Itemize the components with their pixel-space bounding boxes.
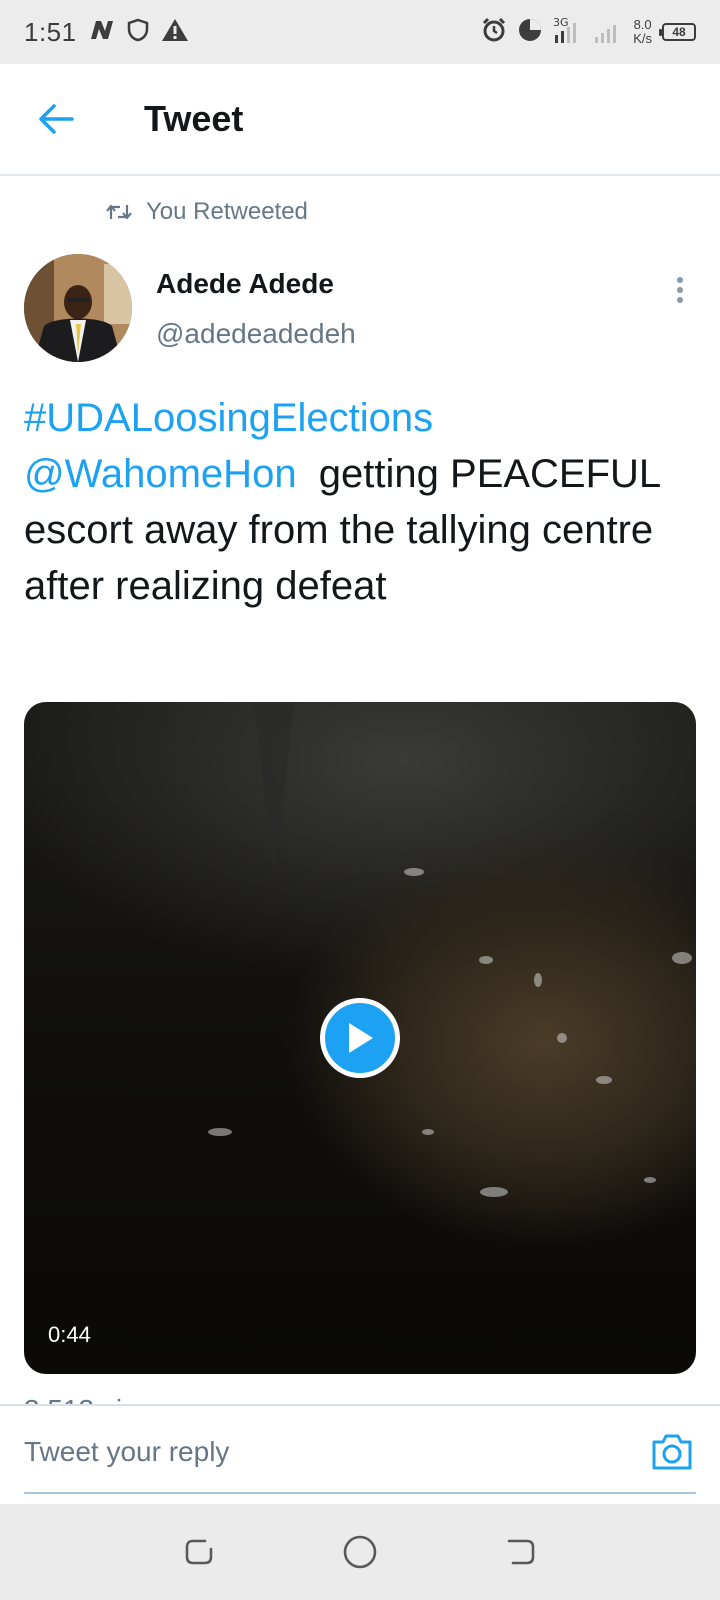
status-bar: 1:51 3G 8.0 K/s 48 [0,0,720,64]
tweet-stats-text: 3,513 views [24,1396,696,1405]
network-speed: 8.0 K/s [633,18,652,46]
play-icon [349,1023,373,1053]
back-nav-icon [507,1539,535,1565]
header: Tweet [0,64,720,176]
status-right: 3G 8.0 K/s 48 [481,15,696,50]
recents-icon [185,1539,213,1565]
author-handle[interactable]: @adedeadedeh [156,318,356,350]
status-left: 1:51 [24,17,189,48]
video-player[interactable]: 0:44 [24,702,696,1374]
retweet-icon [106,204,132,220]
arrow-left-icon [39,104,74,134]
data-saver-icon [517,17,543,48]
network-speed-value: 8.0 [633,17,652,32]
signal-3g-icon: 3G [553,15,583,50]
play-button[interactable] [320,998,400,1078]
alarm-icon [481,17,507,48]
camera-button[interactable] [650,1432,694,1472]
signal-icon [593,15,623,50]
screen: 1:51 3G 8.0 K/s 48 Tweet You Retweeted A… [0,0,720,1600]
more-vertical-icon [677,277,683,303]
author-name[interactable]: Adede Adede [156,268,334,300]
app-n-icon [89,19,115,46]
recents-button[interactable] [176,1528,224,1576]
tweet-text: #UDALoosingElections @WahomeHon getting … [24,390,696,614]
battery-icon: 48 [659,23,696,41]
back-nav-button[interactable] [496,1528,544,1576]
shield-icon [127,18,149,47]
avatar[interactable] [24,254,132,362]
status-time: 1:51 [24,16,77,47]
hashtag-link[interactable]: #UDALoosingElections [24,396,433,440]
mention-link[interactable]: @WahomeHon [24,452,297,496]
battery-level: 48 [672,25,686,39]
system-nav-bar [0,1504,720,1600]
warning-icon [161,18,189,47]
retweet-context[interactable]: You Retweeted [106,198,308,226]
tweet-stats: 3,513 views [24,1390,696,1405]
more-options-button[interactable] [660,270,700,310]
reply-underline [24,1492,696,1494]
camera-icon [652,1434,692,1470]
network-speed-unit: K/s [633,31,652,46]
back-button[interactable] [28,91,84,147]
page-title: Tweet [144,98,244,139]
video-duration: 0:44 [48,1322,91,1347]
svg-text:3G: 3G [553,16,569,29]
reply-input[interactable]: Tweet your reply [24,1406,624,1498]
home-button[interactable] [336,1528,384,1576]
reply-bar: Tweet your reply [0,1404,720,1500]
retweet-label: You Retweeted [146,198,308,225]
home-icon [343,1535,377,1569]
